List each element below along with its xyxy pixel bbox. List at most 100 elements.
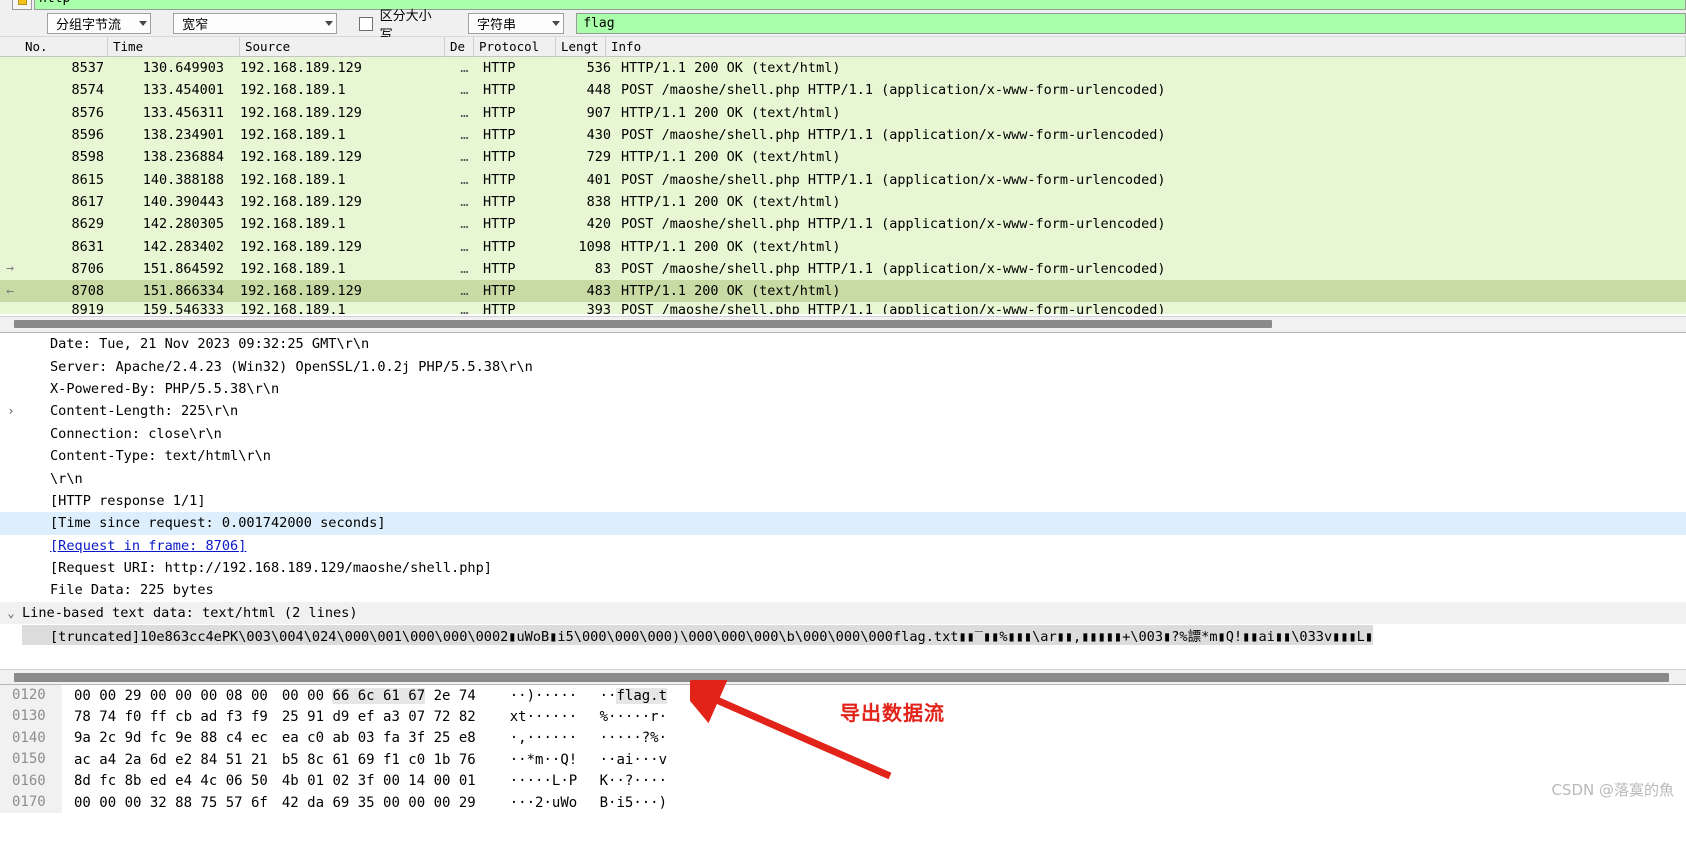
find-input-value: flag — [583, 16, 615, 31]
table-row[interactable]: 8631 142.283402 192.168.189.129 … HTTP 1098 HT… — [0, 235, 1686, 258]
cell-length: 430 — [586, 127, 611, 144]
table-row[interactable]: 8617 140.390443 192.168.189.129 … HTTP 838 HTT… — [0, 190, 1686, 214]
detail-row-label: Content-Type: text/html\r\n — [50, 448, 271, 465]
narrow-wide-dropdown[interactable]: 宽窄 — [173, 13, 337, 34]
cell-protocol: HTTP — [483, 302, 516, 315]
column-header-de[interactable]: De — [445, 37, 474, 57]
cell-length: 907 — [586, 104, 611, 121]
table-row[interactable]: 8596 138.234901 192.168.189.1 … HTTP 430 POST … — [0, 123, 1686, 147]
cell-no: 8631 — [71, 238, 104, 255]
cell-protocol: HTTP — [483, 104, 516, 121]
detail-row-label: Server: Apache/2.4.23 (Win32) OpenSSL/1.… — [50, 358, 533, 375]
value-type-label: 字符串 — [476, 18, 516, 33]
packet-list-hscrollbar[interactable] — [0, 316, 1686, 330]
column-header-no[interactable]: No. — [20, 37, 108, 57]
chevron-down-icon[interactable]: ⌄ — [0, 606, 22, 620]
hex-bytes-right: 00 00 66 6c 61 67 2e 74 — [281, 687, 476, 704]
detail-row[interactable]: [Time since request: 0.001742000 seconds… — [0, 512, 1686, 535]
hex-offset: 0160 — [0, 770, 62, 792]
detail-row-label: [Request URI: http://192.168.189.129/mao… — [50, 560, 492, 577]
detail-row[interactable]: [Request in frame: 8706] — [0, 535, 1686, 557]
table-row[interactable]: 8615 140.388188 192.168.189.1 … HTTP 401 POST … — [0, 168, 1686, 191]
cell-time: 142.280305 — [142, 216, 224, 233]
ascii-right: B·i5···) — [599, 794, 668, 811]
detail-row[interactable]: › Content-Length: 225\r\n — [0, 400, 1686, 422]
detail-row[interactable]: \r\n — [0, 467, 1686, 489]
table-row[interactable]: 8576 133.456311 192.168.189.129 … HTTP 907 HTT… — [0, 101, 1686, 124]
table-row[interactable]: 8629 142.280305 192.168.189.1 … HTTP 420 POST … — [0, 213, 1686, 236]
table-row[interactable]: ← 8708 151.866334 192.168.189.129 … HTTP 483 HT… — [0, 279, 1686, 303]
column-header-info[interactable]: Info — [606, 37, 1686, 57]
packet-list-header: No. Time Source De Protocol Lengt Info — [0, 37, 1686, 57]
detail-row[interactable]: X-Powered-By: PHP/5.5.38\r\n — [0, 378, 1686, 400]
hex-bytes-right: 25 91 d9 ef a3 07 72 82 — [281, 709, 476, 726]
detail-row[interactable]: Content-Type: text/html\r\n — [0, 445, 1686, 467]
cell-no: 8706 — [71, 260, 104, 277]
packet-list-body[interactable]: 8537 130.649903 192.168.189.129 … HTTP 536 HTT… — [0, 57, 1686, 315]
cell-time: 159.546333 — [142, 302, 224, 315]
search-in-label: 分组字节流 — [56, 18, 122, 33]
cell-destination: … — [460, 60, 469, 77]
ascii-right: K··?···· — [599, 773, 668, 790]
column-header-protocol[interactable]: Protocol — [474, 37, 556, 57]
detail-row[interactable]: Date: Tue, 21 Nov 2023 09:32:25 GMT\r\n — [0, 333, 1686, 355]
filter-bookmark-button[interactable] — [12, 0, 32, 10]
cell-source: 192.168.189.1 — [240, 82, 346, 99]
cell-source: 192.168.189.129 — [240, 60, 362, 77]
table-row[interactable]: 8537 130.649903 192.168.189.129 … HTTP 536 HTT… — [0, 57, 1686, 80]
value-type-dropdown[interactable]: 字符串 — [467, 13, 565, 34]
hex-bytes-left: 9a 2c 9d fc 9e 88 c4 ec — [74, 730, 268, 747]
detail-row-label: Line-based text data: text/html (2 lines… — [22, 604, 358, 621]
cell-length: 729 — [586, 149, 611, 166]
table-row[interactable]: 8598 138.236884 192.168.189.129 … HTTP 729 HTT… — [0, 146, 1686, 169]
detail-row[interactable]: [HTTP response 1/1] — [0, 490, 1686, 512]
ascii-right: ··flag.t — [599, 687, 668, 704]
cell-info: POST /maoshe/shell.php HTTP/1.1 (applica… — [621, 260, 1166, 277]
scrollbar-thumb[interactable] — [14, 320, 1272, 328]
find-input[interactable]: flag — [576, 13, 1686, 34]
cell-destination: … — [460, 82, 469, 99]
detail-row[interactable]: [Request URI: http://192.168.189.129/mao… — [0, 557, 1686, 579]
table-row[interactable]: 8919 159.546333 192.168.189.1 … HTTP 393 POST … — [0, 302, 1686, 315]
packet-detail-tree[interactable]: Date: Tue, 21 Nov 2023 09:32:25 GMT\r\n S… — [0, 333, 1686, 646]
cell-destination: … — [460, 238, 469, 255]
detail-row[interactable]: Server: Apache/2.4.23 (Win32) OpenSSL/1.… — [0, 355, 1686, 377]
cell-no: 8617 — [71, 193, 104, 210]
table-row[interactable]: → 8706 151.864592 192.168.189.1 … HTTP 83 POST … — [0, 257, 1686, 280]
detail-row[interactable]: File Data: 225 bytes — [0, 579, 1686, 601]
column-header-lengt[interactable]: Lengt — [556, 37, 606, 57]
detail-row[interactable]: [truncated]10e863cc4ePK\003\004\024\000\… — [0, 624, 1686, 646]
packet-list-pane[interactable]: No. Time Source De Protocol Lengt Info 8537 130… — [0, 37, 1686, 330]
search-in-dropdown[interactable]: 分组字节流 — [47, 13, 152, 34]
cell-protocol: HTTP — [483, 171, 516, 188]
hex-offset: 0170 — [0, 791, 62, 814]
display-filter-value: http — [39, 0, 70, 10]
cell-info: HTTP/1.1 200 OK (text/html) — [621, 238, 841, 255]
cell-length: 420 — [586, 216, 611, 233]
column-header-source[interactable]: Source — [240, 37, 445, 57]
hex-row[interactable]: 0170 00 00 00 32 88 75 57 6f 42 da 69 35 0… — [0, 791, 1686, 814]
ascii-left: ··*m··Q! — [509, 751, 586, 768]
detail-row-label: X-Powered-By: PHP/5.5.38\r\n — [50, 380, 280, 397]
cell-source: 192.168.189.129 — [240, 193, 362, 210]
detail-row-label: [HTTP response 1/1] — [50, 492, 206, 509]
packet-detail-pane[interactable]: Date: Tue, 21 Nov 2023 09:32:25 GMT\r\n S… — [0, 332, 1686, 684]
detail-row-label: [Time since request: 0.001742000 seconds… — [50, 515, 386, 532]
chevron-down-icon — [552, 21, 561, 26]
cell-protocol: HTTP — [483, 260, 516, 277]
column-header-time[interactable]: Time — [108, 37, 240, 57]
chevron-down-icon[interactable]: › — [0, 404, 22, 418]
cell-time: 140.390443 — [142, 193, 224, 210]
hex-bytes-right: ea c0 ab 03 fa 3f 25 e8 — [281, 730, 476, 747]
cell-source: 192.168.189.1 — [240, 260, 346, 277]
detail-row-label: Date: Tue, 21 Nov 2023 09:32:25 GMT\r\n — [50, 336, 370, 353]
cell-no: 8596 — [71, 127, 104, 144]
display-filter-input[interactable]: http — [34, 0, 1686, 10]
ascii-left: ·····L·P — [509, 773, 586, 790]
cell-no: 8615 — [71, 171, 104, 188]
detail-row[interactable]: ⌄ Line-based text data: text/html (2 line… — [0, 601, 1686, 625]
cell-destination: … — [460, 193, 469, 210]
table-row[interactable]: 8574 133.454001 192.168.189.1 … HTTP 448 POST … — [0, 79, 1686, 102]
detail-row[interactable]: Connection: close\r\n — [0, 423, 1686, 445]
cell-length: 401 — [586, 171, 611, 188]
